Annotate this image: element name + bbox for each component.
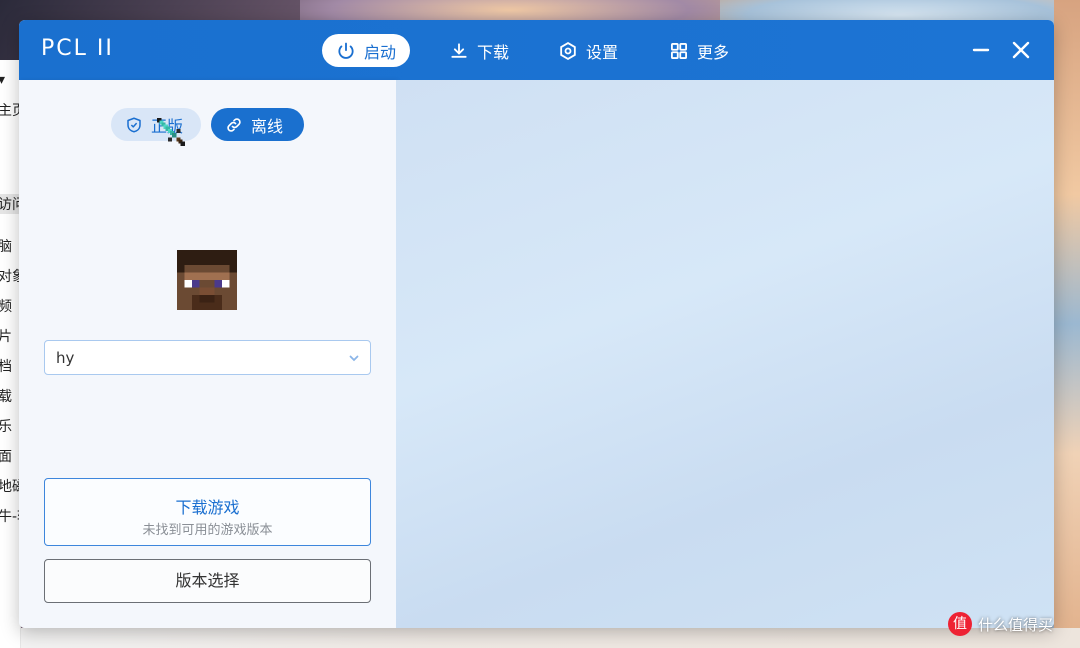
explorer-item[interactable]: 脑 — [0, 236, 20, 256]
explorer-dropdown[interactable]: ▾ — [0, 72, 20, 88]
tab-download[interactable]: 下载 — [435, 34, 523, 67]
explorer-item[interactable]: 档 — [0, 356, 20, 376]
explorer-item[interactable]: 乐 — [0, 416, 20, 436]
explorer-item[interactable]: 地磁 — [0, 476, 20, 496]
download-game-button[interactable]: 下载游戏 未找到可用的游戏版本 — [44, 478, 371, 546]
explorer-item[interactable]: 频 — [0, 296, 20, 316]
explorer-item[interactable]: 主页 — [0, 100, 20, 120]
shield-icon — [127, 117, 141, 132]
tab-settings[interactable]: 设置 — [544, 34, 632, 67]
login-mode-offline[interactable]: 离线 — [211, 108, 304, 141]
tab-label: 更多 — [697, 42, 730, 62]
download-game-subtitle: 未找到可用的游戏版本 — [142, 523, 273, 538]
explorer-item[interactable]: 牛-软 — [0, 506, 20, 526]
file-explorer-behind: ▾ 主页 访问 脑 对象 频 片 档 载 乐 面 地磁 牛-软 — [0, 60, 21, 648]
content-area — [396, 80, 1054, 628]
version-select-button[interactable]: 版本选择 — [44, 559, 371, 603]
tab-label: 启动 — [364, 42, 397, 62]
link-icon — [227, 117, 241, 132]
explorer-item[interactable]: 面 — [0, 446, 20, 466]
grid-icon — [671, 42, 687, 59]
explorer-item[interactable]: 载 — [0, 386, 20, 406]
player-avatar — [177, 250, 237, 310]
download-icon — [451, 42, 467, 58]
title-bar[interactable]: PCL II 启动 下载 设置 更多 — [19, 20, 1054, 80]
explorer-item[interactable]: 片 — [0, 326, 20, 346]
tab-more[interactable]: 更多 — [655, 34, 743, 67]
watermark-logo-icon: 值 — [948, 612, 972, 636]
tab-label: 设置 — [586, 42, 619, 62]
launch-panel: 正版 离线 — [19, 80, 396, 628]
close-icon[interactable] — [1009, 38, 1033, 62]
tab-label: 下载 — [477, 42, 510, 62]
minimize-icon[interactable] — [969, 38, 993, 62]
launcher-window: PCL II 启动 下载 设置 更多 离线 hy 下载游戏 未找到可用的游戏版本… — [19, 20, 1054, 628]
explorer-item[interactable]: 对象 — [0, 266, 20, 286]
explorer-item[interactable]: 访问 — [0, 194, 20, 214]
username-value: hy — [56, 349, 75, 367]
download-game-title: 下载游戏 — [175, 498, 240, 517]
app-title: PCL II — [41, 36, 114, 61]
watermark-text: 什么值得买 — [978, 615, 1054, 634]
watermark: 值 什么值得买 — [948, 612, 1053, 636]
tab-launch[interactable]: 启动 — [322, 34, 411, 67]
sword-cursor-icon — [157, 118, 185, 146]
power-icon — [338, 42, 354, 59]
chevron-down-icon — [349, 355, 359, 362]
settings-icon — [560, 41, 576, 60]
login-mode-label: 离线 — [251, 116, 284, 136]
username-dropdown[interactable]: hy — [44, 340, 371, 375]
